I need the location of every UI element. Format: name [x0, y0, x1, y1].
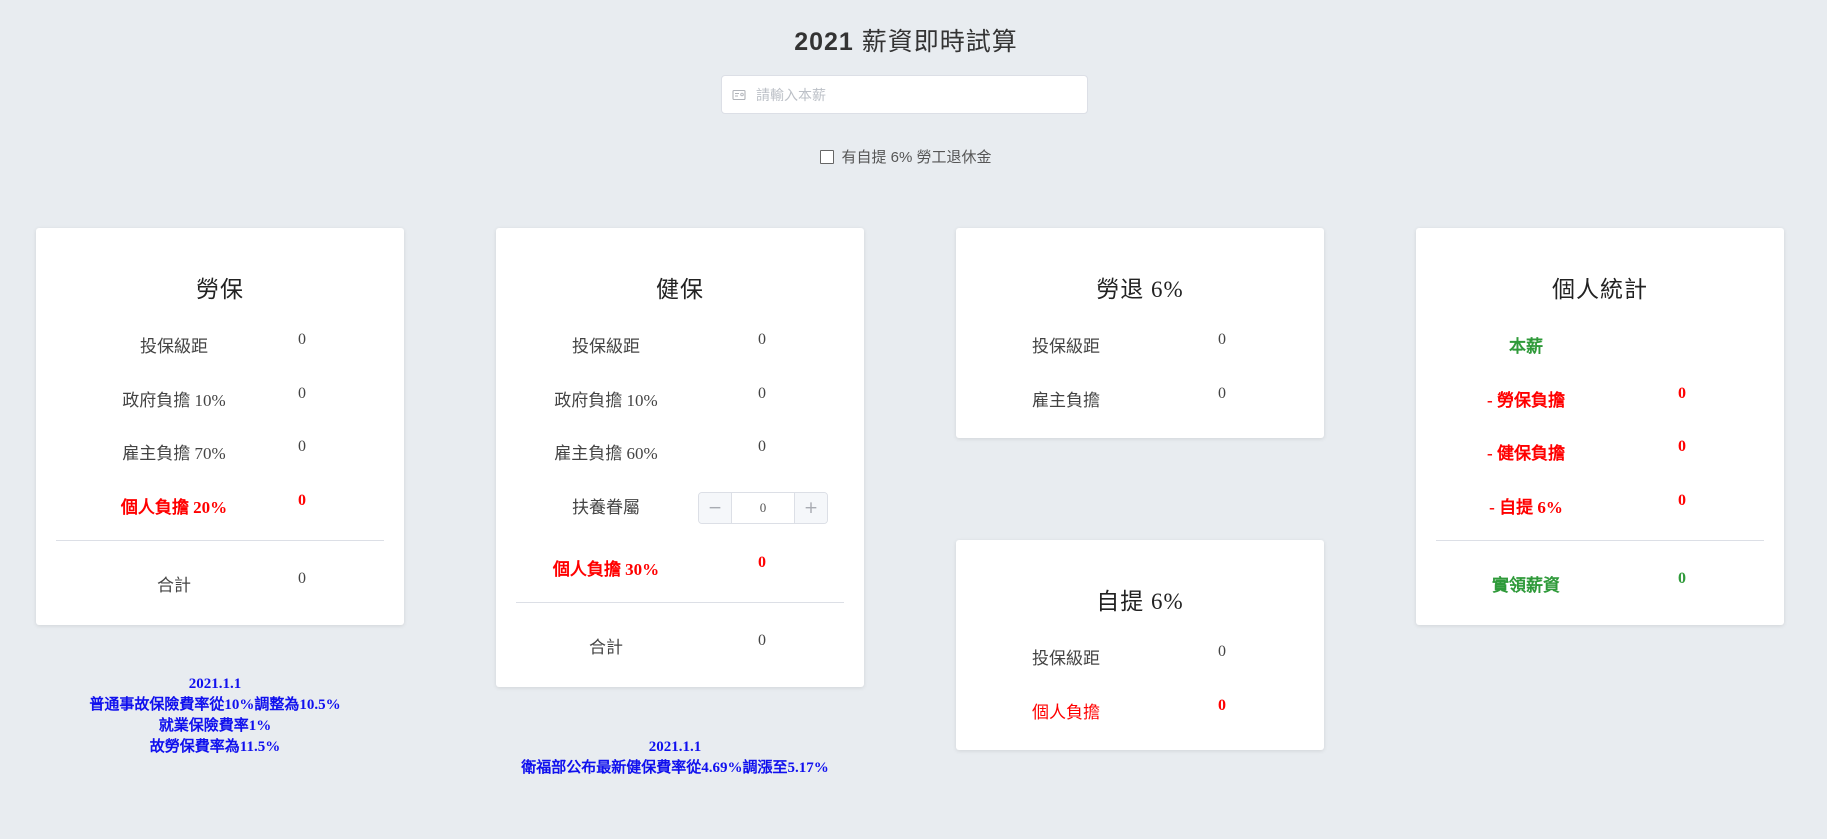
stats-health-label: - 健保負擔 [1487, 444, 1565, 463]
stats-net-label: 實領薪資 [1492, 576, 1560, 595]
stats-net-value: 0 [1678, 570, 1686, 587]
salary-input[interactable] [754, 85, 1087, 104]
stats-base-salary-label: 本薪 [1509, 337, 1543, 356]
pension-card-title: 勞退 6% [1096, 277, 1184, 302]
health-rate-note: 2021.1.1 衛福部公布最新健保費率從4.69%調漲至5.17% [460, 737, 890, 779]
decrement-button[interactable]: − [699, 493, 732, 523]
dependents-count[interactable]: 0 [732, 493, 794, 523]
self-card-title: 自提 6% [1096, 589, 1184, 614]
labor-card-title: 勞保 [196, 277, 244, 302]
health-card-title: 健保 [656, 277, 704, 302]
health-employer-label: 雇主負擔 60% [554, 444, 658, 463]
stats-self-label: - 自提 6% [1489, 498, 1563, 517]
pension-bracket-label: 投保級距 [1032, 337, 1100, 356]
pension-option[interactable]: 有自提 6% 勞工退休金 [0, 146, 1812, 167]
labor-government-value: 0 [298, 385, 306, 402]
health-employer-value: 0 [758, 438, 766, 455]
labor-total-label: 合計 [157, 576, 191, 595]
labor-bracket-label: 投保級距 [140, 337, 208, 356]
labor-divider [56, 540, 384, 541]
labor-insurance-card: 勞保 投保級距 0 政府負擔 10% 0 雇主負擔 70% 0 個人負擔 20%… [36, 228, 404, 625]
salary-search-box[interactable] [721, 75, 1088, 114]
labor-note-line: 就業保險費率1% [158, 718, 272, 734]
health-divider [516, 602, 844, 603]
labor-personal-label: 個人負擔 20% [120, 498, 228, 517]
personal-stats-card: 個人統計 本薪 - 勞保負擔 0 - 健保負擔 0 - 自提 6% 0 實領薪資… [1416, 228, 1784, 625]
self-personal-value: 0 [1218, 697, 1226, 714]
health-total-label: 合計 [589, 638, 623, 657]
pension-employer-value: 0 [1218, 385, 1226, 402]
health-personal-value: 0 [758, 554, 766, 571]
labor-bracket-value: 0 [298, 331, 306, 348]
health-personal-label: 個人負擔 30% [552, 560, 660, 579]
health-note-line: 衛福部公布最新健保費率從4.69%調漲至5.17% [521, 760, 829, 776]
stats-card-title: 個人統計 [1552, 277, 1648, 302]
stats-labor-value: 0 [1678, 385, 1686, 402]
card-icon [732, 88, 746, 102]
self-bracket-label: 投保級距 [1032, 649, 1100, 668]
page-title: 2021 薪資即時試算 [0, 22, 1812, 58]
labor-personal-value: 0 [298, 492, 306, 509]
health-insurance-card: 健保 投保級距 0 政府負擔 10% 0 雇主負擔 60% 0 扶養眷屬 − 0… [496, 228, 864, 687]
dependents-stepper[interactable]: − 0 + [698, 492, 828, 524]
health-dependents-label: 扶養眷屬 [572, 498, 640, 517]
title-year: 2021 [794, 28, 854, 56]
self-bracket-value: 0 [1218, 643, 1226, 660]
pension-employer-label: 雇主負擔 [1032, 391, 1100, 410]
title-text: 薪資即時試算 [861, 28, 1018, 56]
labor-total-value: 0 [298, 570, 306, 587]
pension-checkbox[interactable] [820, 149, 835, 164]
pension-card: 勞退 6% 投保級距 0 雇主負擔 0 [956, 228, 1324, 438]
labor-government-label: 政府負擔 10% [122, 391, 226, 410]
health-government-label: 政府負擔 10% [554, 391, 658, 410]
stats-labor-label: - 勞保負擔 [1487, 391, 1565, 410]
labor-rate-note: 2021.1.1 普通事故保險費率從10%調整為10.5% 就業保險費率1% 故… [60, 674, 370, 758]
stats-self-value: 0 [1678, 492, 1686, 509]
labor-note-date: 2021.1.1 [188, 676, 242, 692]
health-bracket-value: 0 [758, 331, 766, 348]
self-personal-label: 個人負擔 [1032, 703, 1100, 722]
health-bracket-label: 投保級距 [572, 337, 640, 356]
health-total-value: 0 [758, 632, 766, 649]
labor-employer-label: 雇主負擔 70% [122, 444, 226, 463]
pension-bracket-value: 0 [1218, 331, 1226, 348]
pension-option-label: 有自提 6% 勞工退休金 [841, 149, 992, 166]
labor-note-line: 故勞保費率為11.5% [149, 739, 281, 755]
labor-employer-value: 0 [298, 438, 306, 455]
stats-health-value: 0 [1678, 438, 1686, 455]
health-government-value: 0 [758, 385, 766, 402]
self-contribution-card: 自提 6% 投保級距 0 個人負擔 0 [956, 540, 1324, 750]
labor-note-line: 普通事故保險費率從10%調整為10.5% [89, 697, 341, 713]
increment-button[interactable]: + [794, 493, 827, 523]
health-note-date: 2021.1.1 [648, 739, 702, 755]
stats-divider [1436, 540, 1764, 541]
